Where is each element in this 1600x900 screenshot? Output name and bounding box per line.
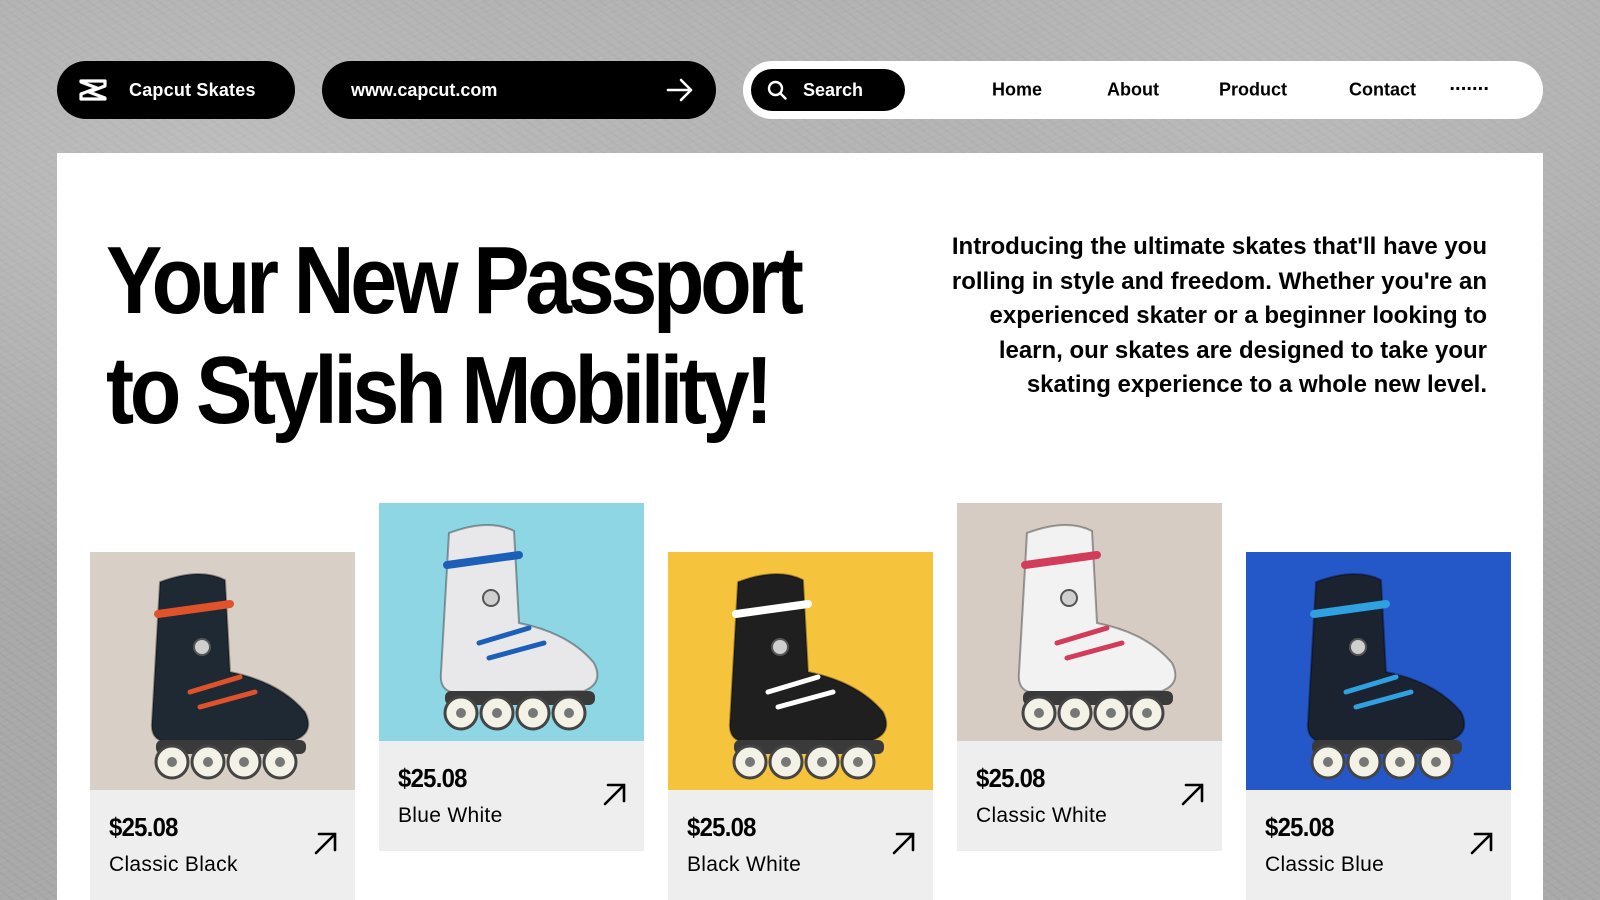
product-card[interactable]: $25.08 Black White [668, 552, 933, 900]
headline-line-2: to Stylish Mobility! [106, 337, 773, 444]
arrow-right-icon[interactable] [666, 78, 694, 102]
product-image [379, 503, 644, 741]
hero-headline: Your New Passport to Stylish Mobility! [106, 226, 804, 446]
brand-name: Capcut Skates [129, 79, 256, 100]
search-label: Search [803, 79, 864, 100]
product-card[interactable]: $25.08 Blue White [379, 503, 644, 851]
product-price: $25.08 [398, 763, 467, 793]
nav-bar: Search Home About Product Contact ······… [743, 61, 1543, 119]
arrow-up-right-icon[interactable] [1469, 830, 1495, 861]
inline-skate-illustration [150, 572, 310, 780]
arrow-up-right-icon[interactable] [891, 830, 917, 861]
product-card[interactable]: $25.08 Classic White [957, 503, 1222, 851]
inline-skate-illustration [728, 572, 888, 780]
capcut-logo-icon [79, 77, 109, 103]
inline-skate-illustration [1017, 523, 1177, 731]
nav-home[interactable]: Home [992, 80, 1042, 101]
search-icon [767, 80, 787, 100]
product-price: $25.08 [109, 812, 178, 842]
product-price: $25.08 [976, 763, 1045, 793]
brand-pill[interactable]: Capcut Skates [57, 61, 295, 119]
nav-about[interactable]: About [1107, 80, 1159, 101]
headline-line-1: Your New Passport [106, 227, 804, 334]
product-image [1246, 552, 1511, 790]
hero-intro: Introducing the ultimate skates that'll … [951, 233, 1487, 398]
product-price: $25.08 [1265, 812, 1334, 842]
arrow-up-right-icon[interactable] [313, 830, 339, 861]
more-menu[interactable]: ······· [1449, 79, 1490, 102]
product-price: $25.08 [687, 812, 756, 842]
arrow-up-right-icon[interactable] [1180, 781, 1206, 812]
arrow-up-right-icon[interactable] [602, 781, 628, 812]
product-image [668, 552, 933, 790]
product-image [90, 552, 355, 790]
nav-product[interactable]: Product [1219, 80, 1287, 101]
search-button[interactable]: Search [751, 69, 905, 111]
product-card[interactable]: $25.08 Classic Black [90, 552, 355, 900]
url-bar[interactable]: www.capcut.com [322, 61, 716, 119]
inline-skate-illustration [1306, 572, 1466, 780]
product-card[interactable]: $25.08 Classic Blue [1246, 552, 1511, 900]
url-text: www.capcut.com [351, 79, 498, 100]
nav-contact[interactable]: Contact [1349, 80, 1416, 101]
product-image [957, 503, 1222, 741]
inline-skate-illustration [439, 523, 599, 731]
